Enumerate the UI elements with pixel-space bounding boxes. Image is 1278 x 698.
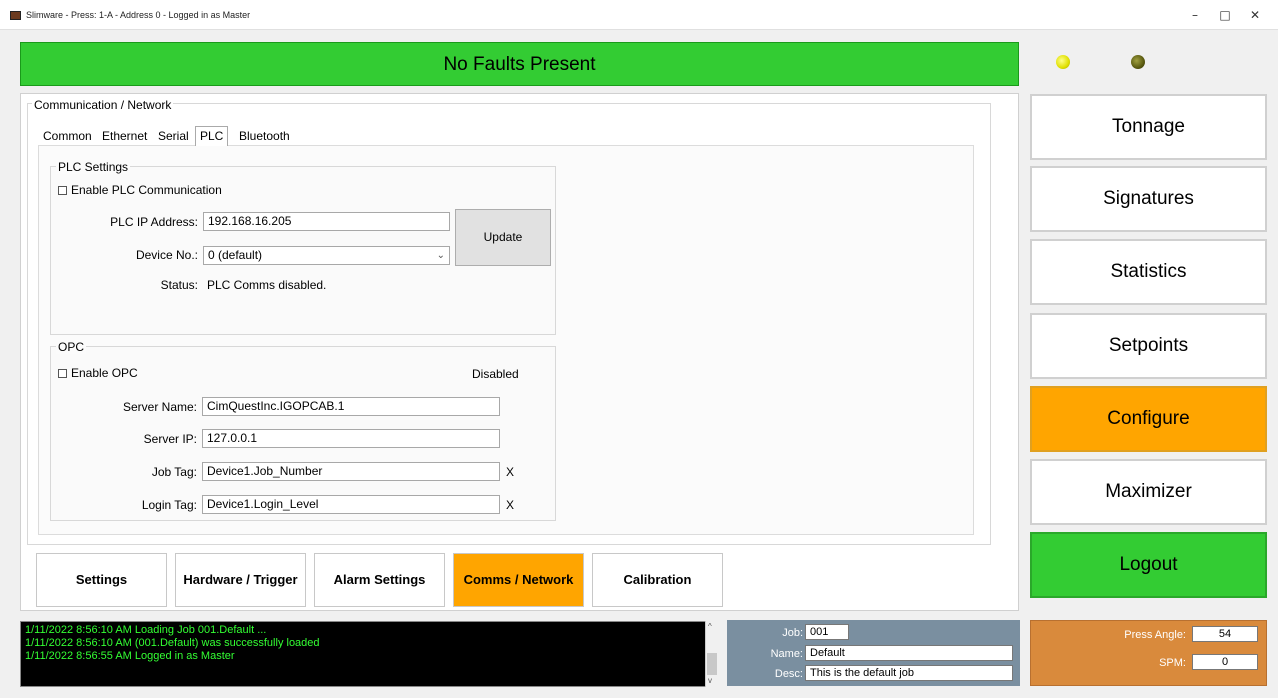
close-icon[interactable]: ✕ — [1240, 4, 1270, 26]
log-line: 1/11/2022 8:56:10 AM Loading Job 001.Def… — [25, 624, 267, 636]
menu-configure-button[interactable]: Configure — [1030, 386, 1267, 452]
checkbox-icon[interactable] — [58, 186, 67, 195]
enable-plc-checkbox[interactable]: Enable PLC Communication — [58, 183, 222, 197]
tab-ethernet[interactable]: Ethernet — [100, 128, 149, 145]
menu-logout-button[interactable]: Logout — [1030, 532, 1267, 598]
log-scroll-thumb[interactable] — [707, 653, 717, 675]
comm-network-title: Communication / Network — [32, 98, 174, 112]
plc-ip-input[interactable]: 192.168.16.205 — [203, 212, 450, 231]
nav-calibration-button[interactable]: Calibration — [592, 553, 723, 607]
menu-tonnage-button[interactable]: Tonnage — [1030, 94, 1267, 160]
job-name-label: Name: — [770, 648, 803, 660]
opc-title: OPC — [56, 340, 87, 354]
press-angle-field: 54 — [1192, 626, 1258, 642]
nav-comms-network-button[interactable]: Comms / Network — [453, 553, 584, 607]
tab-bluetooth[interactable]: Bluetooth — [237, 128, 292, 145]
enable-opc-checkbox[interactable]: Enable OPC — [58, 366, 138, 380]
tab-serial[interactable]: Serial — [156, 128, 191, 145]
server-name-input[interactable]: CimQuestInc.IGOPCAB.1 — [202, 397, 500, 416]
fault-status-banner: No Faults Present — [20, 42, 1019, 86]
plc-status-value: PLC Comms disabled. — [207, 278, 327, 292]
nav-alarm-settings-button[interactable]: Alarm Settings — [314, 553, 445, 607]
job-desc-field: This is the default job — [805, 665, 1013, 681]
press-angle-label: Press Angle: — [1124, 629, 1186, 641]
login-tag-label: Login Tag: — [141, 498, 197, 512]
status-led-yellow-icon — [1056, 55, 1070, 69]
log-line: 1/11/2022 8:56:10 AM (001.Default) was s… — [25, 637, 320, 649]
log-line: 1/11/2022 8:56:55 AM Logged in as Master — [25, 650, 235, 662]
server-ip-input[interactable]: 127.0.0.1 — [202, 429, 500, 448]
device-no-label: Device No.: — [135, 248, 198, 262]
window-title: Slimware - Press: 1-A - Address 0 - Logg… — [26, 10, 251, 20]
login-tag-input[interactable]: Device1.Login_Level — [202, 495, 500, 514]
menu-maximizer-button[interactable]: Maximizer — [1030, 459, 1267, 525]
job-number-field: 001 — [805, 624, 849, 640]
opc-state-text: Disabled — [472, 367, 519, 381]
chevron-down-icon[interactable]: ⌄ — [437, 247, 445, 264]
app-icon — [10, 11, 21, 20]
menu-statistics-button[interactable]: Statistics — [1030, 239, 1267, 305]
minimize-icon[interactable]: – — [1180, 4, 1210, 26]
server-ip-label: Server IP: — [143, 432, 197, 446]
nav-settings-button[interactable]: Settings — [36, 553, 167, 607]
maximize-icon[interactable]: □ — [1210, 4, 1240, 26]
enable-opc-label: Enable OPC — [71, 366, 138, 380]
job-tag-input[interactable]: Device1.Job_Number — [202, 462, 500, 481]
server-name-label: Server Name: — [122, 400, 197, 414]
menu-setpoints-button[interactable]: Setpoints — [1030, 313, 1267, 379]
job-tag-clear-icon[interactable]: X — [506, 465, 514, 479]
scroll-down-icon[interactable]: v — [708, 676, 712, 685]
spm-field: 0 — [1192, 654, 1258, 670]
device-no-value: 0 (default) — [208, 248, 263, 262]
spm-label: SPM: — [1159, 657, 1186, 669]
device-no-select[interactable]: 0 (default) ⌄ — [203, 246, 450, 265]
plc-settings-title: PLC Settings — [56, 160, 131, 174]
tab-common[interactable]: Common — [41, 128, 94, 145]
tab-plc[interactable]: PLC — [195, 126, 229, 146]
enable-plc-label: Enable PLC Communication — [71, 183, 222, 197]
menu-signatures-button[interactable]: Signatures — [1030, 166, 1267, 232]
scroll-up-icon[interactable]: ^ — [708, 622, 712, 631]
status-led-dark-icon — [1131, 55, 1145, 69]
job-label: Job: — [782, 627, 803, 639]
nav-hardware-trigger-button[interactable]: Hardware / Trigger — [175, 553, 306, 607]
plc-status-label: Status: — [160, 278, 198, 292]
checkbox-icon[interactable] — [58, 369, 67, 378]
job-tag-label: Job Tag: — [151, 465, 197, 479]
update-button[interactable]: Update — [455, 209, 551, 266]
plc-ip-label: PLC IP Address: — [110, 215, 198, 229]
job-name-field: Default — [805, 645, 1013, 661]
login-tag-clear-icon[interactable]: X — [506, 498, 514, 512]
job-desc-label: Desc: — [774, 668, 803, 680]
